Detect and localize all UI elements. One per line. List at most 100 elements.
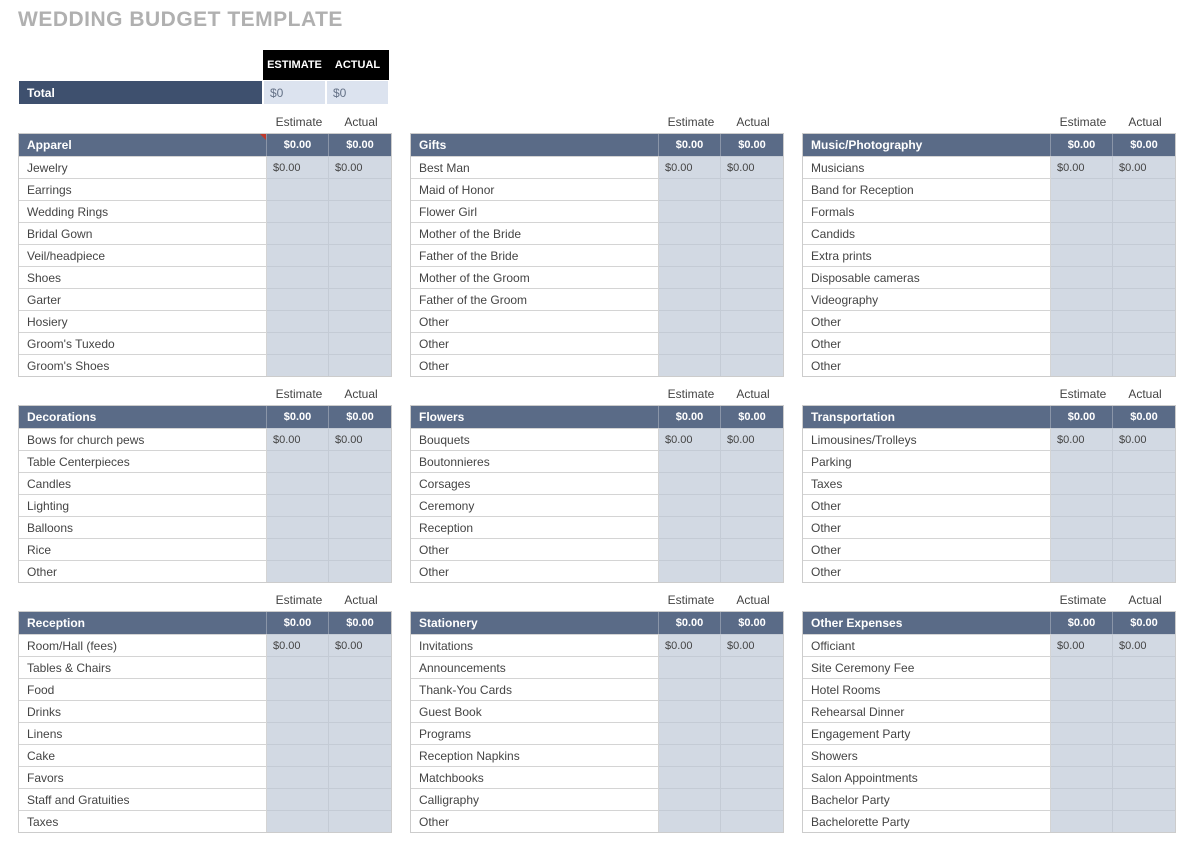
item-estimate-cell[interactable]: [267, 678, 329, 700]
item-actual-cell[interactable]: $0.00: [721, 428, 783, 450]
item-estimate-cell[interactable]: [1051, 766, 1113, 788]
item-estimate-cell[interactable]: [659, 222, 721, 244]
item-estimate-cell[interactable]: [1051, 494, 1113, 516]
item-estimate-cell[interactable]: [267, 200, 329, 222]
item-estimate-cell[interactable]: $0.00: [659, 634, 721, 656]
item-estimate-cell[interactable]: [267, 560, 329, 582]
item-actual-cell[interactable]: [721, 354, 783, 376]
item-actual-cell[interactable]: [721, 766, 783, 788]
item-actual-cell[interactable]: [721, 722, 783, 744]
item-actual-cell[interactable]: [329, 766, 391, 788]
item-estimate-cell[interactable]: [659, 560, 721, 582]
item-actual-cell[interactable]: [329, 722, 391, 744]
item-actual-cell[interactable]: [721, 266, 783, 288]
item-actual-cell[interactable]: [721, 810, 783, 832]
item-actual-cell[interactable]: [1113, 222, 1175, 244]
item-estimate-cell[interactable]: [267, 178, 329, 200]
item-actual-cell[interactable]: [329, 810, 391, 832]
item-estimate-cell[interactable]: $0.00: [1051, 634, 1113, 656]
item-actual-cell[interactable]: $0.00: [721, 156, 783, 178]
item-estimate-cell[interactable]: [659, 266, 721, 288]
item-actual-cell[interactable]: [721, 560, 783, 582]
item-actual-cell[interactable]: [721, 332, 783, 354]
item-actual-cell[interactable]: [721, 244, 783, 266]
item-actual-cell[interactable]: [329, 472, 391, 494]
item-estimate-cell[interactable]: [1051, 200, 1113, 222]
item-actual-cell[interactable]: [329, 560, 391, 582]
item-actual-cell[interactable]: [329, 200, 391, 222]
item-estimate-cell[interactable]: $0.00: [1051, 428, 1113, 450]
item-estimate-cell[interactable]: [267, 222, 329, 244]
item-estimate-cell[interactable]: [659, 354, 721, 376]
item-actual-cell[interactable]: [1113, 450, 1175, 472]
item-estimate-cell[interactable]: [659, 450, 721, 472]
item-estimate-cell[interactable]: [1051, 222, 1113, 244]
total-actual-cell[interactable]: $0: [326, 80, 389, 105]
item-estimate-cell[interactable]: [659, 494, 721, 516]
item-actual-cell[interactable]: [721, 450, 783, 472]
item-actual-cell[interactable]: [329, 744, 391, 766]
item-actual-cell[interactable]: [1113, 766, 1175, 788]
item-estimate-cell[interactable]: [267, 788, 329, 810]
item-actual-cell[interactable]: [721, 788, 783, 810]
item-estimate-cell[interactable]: [659, 538, 721, 560]
item-actual-cell[interactable]: [1113, 354, 1175, 376]
item-estimate-cell[interactable]: [1051, 332, 1113, 354]
item-estimate-cell[interactable]: [267, 516, 329, 538]
item-actual-cell[interactable]: [1113, 700, 1175, 722]
item-actual-cell[interactable]: [1113, 656, 1175, 678]
item-estimate-cell[interactable]: [267, 450, 329, 472]
item-estimate-cell[interactable]: [659, 244, 721, 266]
item-actual-cell[interactable]: [329, 700, 391, 722]
item-actual-cell[interactable]: [1113, 678, 1175, 700]
item-actual-cell[interactable]: [721, 178, 783, 200]
item-estimate-cell[interactable]: [1051, 178, 1113, 200]
item-actual-cell[interactable]: [1113, 494, 1175, 516]
item-estimate-cell[interactable]: [659, 788, 721, 810]
item-estimate-cell[interactable]: [267, 722, 329, 744]
item-actual-cell[interactable]: $0.00: [329, 156, 391, 178]
item-estimate-cell[interactable]: [267, 288, 329, 310]
item-actual-cell[interactable]: $0.00: [1113, 634, 1175, 656]
item-estimate-cell[interactable]: [267, 810, 329, 832]
item-estimate-cell[interactable]: [1051, 288, 1113, 310]
item-actual-cell[interactable]: [721, 516, 783, 538]
item-actual-cell[interactable]: [721, 200, 783, 222]
item-actual-cell[interactable]: [721, 494, 783, 516]
item-estimate-cell[interactable]: $0.00: [267, 156, 329, 178]
item-actual-cell[interactable]: [1113, 810, 1175, 832]
item-estimate-cell[interactable]: [267, 700, 329, 722]
item-actual-cell[interactable]: [1113, 244, 1175, 266]
item-actual-cell[interactable]: [721, 700, 783, 722]
item-actual-cell[interactable]: [1113, 560, 1175, 582]
item-estimate-cell[interactable]: [267, 244, 329, 266]
item-estimate-cell[interactable]: [659, 810, 721, 832]
item-estimate-cell[interactable]: [1051, 450, 1113, 472]
item-estimate-cell[interactable]: [1051, 244, 1113, 266]
item-estimate-cell[interactable]: [1051, 700, 1113, 722]
item-actual-cell[interactable]: [721, 288, 783, 310]
item-estimate-cell[interactable]: [1051, 678, 1113, 700]
item-actual-cell[interactable]: $0.00: [329, 634, 391, 656]
item-estimate-cell[interactable]: [659, 288, 721, 310]
item-actual-cell[interactable]: [721, 472, 783, 494]
item-actual-cell[interactable]: [1113, 288, 1175, 310]
item-estimate-cell[interactable]: $0.00: [267, 428, 329, 450]
item-actual-cell[interactable]: [329, 288, 391, 310]
item-estimate-cell[interactable]: [659, 656, 721, 678]
item-actual-cell[interactable]: [1113, 472, 1175, 494]
item-estimate-cell[interactable]: [1051, 310, 1113, 332]
item-estimate-cell[interactable]: [1051, 538, 1113, 560]
item-estimate-cell[interactable]: [659, 200, 721, 222]
item-actual-cell[interactable]: $0.00: [721, 634, 783, 656]
item-estimate-cell[interactable]: $0.00: [659, 428, 721, 450]
item-actual-cell[interactable]: [721, 656, 783, 678]
item-actual-cell[interactable]: [1113, 722, 1175, 744]
item-estimate-cell[interactable]: $0.00: [1051, 156, 1113, 178]
item-actual-cell[interactable]: [1113, 200, 1175, 222]
item-estimate-cell[interactable]: [659, 678, 721, 700]
item-estimate-cell[interactable]: [267, 656, 329, 678]
item-actual-cell[interactable]: [1113, 266, 1175, 288]
item-actual-cell[interactable]: [329, 788, 391, 810]
item-estimate-cell[interactable]: [1051, 354, 1113, 376]
